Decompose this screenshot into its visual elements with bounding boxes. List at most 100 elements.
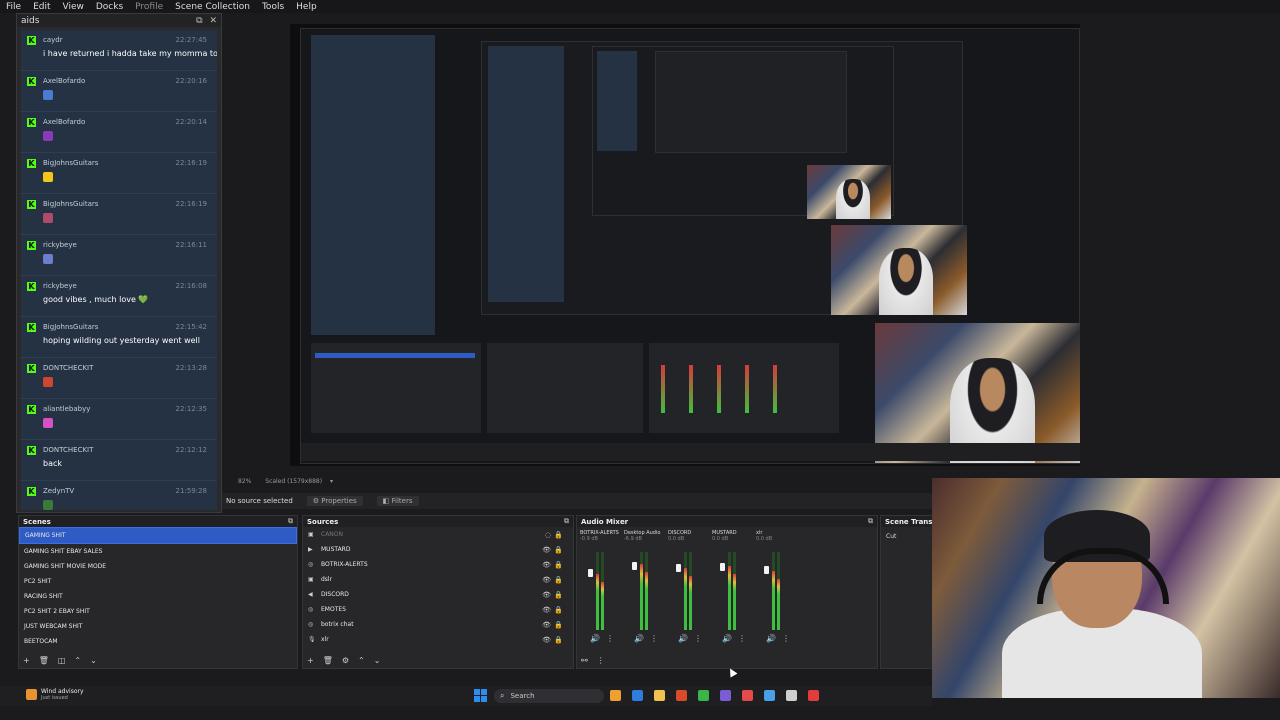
- chat-username[interactable]: BigJohnsGuitars: [43, 200, 98, 208]
- scene-item[interactable]: BEETOCAM: [19, 634, 297, 649]
- chat-username[interactable]: AxelBofardo: [43, 118, 85, 126]
- weather-widget[interactable]: Wind advisory Just issued: [26, 688, 84, 701]
- menu-item-file[interactable]: File: [6, 2, 27, 12]
- lock-icon[interactable]: 🔒: [554, 531, 563, 539]
- move-down-icon[interactable]: ⌄: [90, 656, 97, 665]
- visibility-eye-icon[interactable]: 👁: [542, 576, 551, 584]
- speaker-icon[interactable]: 🔊: [678, 634, 688, 643]
- chat-username[interactable]: caydr: [43, 36, 63, 44]
- source-item[interactable]: ◎ EMOTES 👁 🔒: [303, 602, 573, 617]
- volume-fader[interactable]: [720, 563, 725, 571]
- scene-list[interactable]: GAMING SHIT GAMING SHIT EBAY SALES GAMING …: [19, 527, 297, 649]
- scene-item[interactable]: GAMING SHIT MOVIE MODE: [19, 559, 297, 574]
- menu-item-edit[interactable]: Edit: [33, 2, 56, 12]
- chat-username[interactable]: ZedynTV: [43, 487, 74, 495]
- speaker-icon[interactable]: 🔊: [766, 634, 776, 643]
- visibility-eye-icon[interactable]: 👁: [542, 636, 551, 644]
- speaker-icon[interactable]: 🔊: [590, 634, 600, 643]
- source-item[interactable]: ◀ DISCORD 👁 🔒: [303, 587, 573, 602]
- more-icon[interactable]: ⋮: [597, 656, 605, 665]
- more-icon[interactable]: ⋮: [782, 634, 790, 643]
- undock-icon[interactable]: ⧉: [288, 517, 293, 526]
- lock-icon[interactable]: 🔒: [554, 621, 563, 629]
- more-icon[interactable]: ⋮: [738, 634, 746, 643]
- remove-icon[interactable]: 🗑: [323, 656, 333, 665]
- source-item[interactable]: ▣ dslr 👁 🔒: [303, 572, 573, 587]
- volume-fader[interactable]: [764, 566, 769, 574]
- taskbar-search[interactable]: ⌕ Search: [494, 689, 604, 703]
- menu-item-view[interactable]: View: [63, 2, 90, 12]
- filters-button[interactable]: ◧ Filters: [376, 496, 419, 506]
- scene-item[interactable]: PC2 SHIT 2 EBAY SHIT: [19, 604, 297, 619]
- add-icon[interactable]: +: [23, 656, 30, 665]
- taskbar-app-icon[interactable]: [632, 690, 643, 701]
- menu-item-docks[interactable]: Docks: [96, 2, 129, 12]
- transition-select[interactable]: Cut: [886, 533, 933, 540]
- chat-username[interactable]: DONTCHECKIT: [43, 364, 93, 372]
- visibility-eye-icon[interactable]: 👁: [542, 546, 551, 554]
- lock-icon[interactable]: 🔒: [554, 546, 563, 554]
- source-item[interactable]: ▶ MUSTARD 👁 🔒: [303, 542, 573, 557]
- lock-icon[interactable]: 🔒: [554, 606, 563, 614]
- gear-icon[interactable]: ⚙: [342, 656, 349, 665]
- filters-icon[interactable]: ◫: [58, 656, 66, 665]
- volume-fader[interactable]: [588, 569, 593, 577]
- chat-username[interactable]: rickybeye: [43, 282, 77, 290]
- taskbar-app-icon[interactable]: [742, 690, 753, 701]
- chat-username[interactable]: DONTCHECKIT: [43, 446, 93, 454]
- taskbar-app-icon[interactable]: [764, 690, 775, 701]
- undock-icon[interactable]: ⧉: [868, 517, 873, 526]
- visibility-eye-icon[interactable]: ◌: [545, 531, 551, 539]
- scene-item[interactable]: RACING SHIT: [19, 589, 297, 604]
- properties-button[interactable]: ⚙ Properties: [306, 496, 363, 506]
- chat-username[interactable]: AxelBofardo: [43, 77, 85, 85]
- lock-icon[interactable]: 🔒: [554, 576, 563, 584]
- undock-icon[interactable]: ⧉: [564, 517, 569, 526]
- scene-item[interactable]: JUST WEBCAM SHIT: [19, 619, 297, 634]
- more-icon[interactable]: ⋮: [606, 634, 614, 643]
- add-icon[interactable]: +: [307, 656, 314, 665]
- lock-icon[interactable]: 🔒: [554, 636, 563, 644]
- lock-icon[interactable]: 🔒: [554, 561, 563, 569]
- menu-item-profile[interactable]: Profile: [135, 2, 169, 12]
- speaker-icon[interactable]: 🔊: [634, 634, 644, 643]
- visibility-eye-icon[interactable]: 👁: [542, 561, 551, 569]
- source-item[interactable]: ▣ CANON ◌ 🔒: [303, 527, 573, 542]
- scene-item[interactable]: PC2 SHIT: [19, 574, 297, 589]
- lock-icon[interactable]: 🔒: [554, 591, 563, 599]
- taskbar-app-icon[interactable]: [786, 690, 797, 701]
- link-icon[interactable]: ⚯: [581, 656, 588, 665]
- chat-username[interactable]: BigJohnsGuitars: [43, 159, 98, 167]
- menu-item-help[interactable]: Help: [296, 2, 323, 12]
- scene-item[interactable]: GAMING SHIT: [19, 527, 297, 544]
- float-dock-icon[interactable]: ⧉: [196, 16, 202, 26]
- menu-item-scene-collection[interactable]: Scene Collection: [175, 2, 256, 12]
- move-up-icon[interactable]: ⌃: [74, 656, 81, 665]
- source-item[interactable]: ◎ botrix chat 👁 🔒: [303, 617, 573, 632]
- visibility-eye-icon[interactable]: 👁: [542, 621, 551, 629]
- remove-icon[interactable]: 🗑: [39, 656, 49, 665]
- move-down-icon[interactable]: ⌄: [374, 656, 381, 665]
- close-dock-icon[interactable]: ✕: [209, 16, 217, 26]
- chat-message-list[interactable]: Kcaydr 22:27:45 i have returned i hadda ta…: [21, 30, 217, 510]
- speaker-icon[interactable]: 🔊: [722, 634, 732, 643]
- chat-username[interactable]: aliantlebabyy: [43, 405, 90, 413]
- chat-username[interactable]: BigJohnsGuitars: [43, 323, 98, 331]
- zoom-level[interactable]: 82%: [238, 478, 251, 485]
- more-icon[interactable]: ⋮: [650, 634, 658, 643]
- taskbar-app-icon[interactable]: [720, 690, 731, 701]
- taskbar-app-icon[interactable]: [808, 690, 819, 701]
- visibility-eye-icon[interactable]: 👁: [542, 591, 551, 599]
- taskbar-app-icon[interactable]: [654, 690, 665, 701]
- source-item[interactable]: 🎙 xlr 👁 🔒: [303, 632, 573, 647]
- more-icon[interactable]: ⋮: [694, 634, 702, 643]
- taskbar-app-icon[interactable]: [676, 690, 687, 701]
- taskbar-app-icon[interactable]: [610, 690, 621, 701]
- source-item[interactable]: ◎ BOTRIX-ALERTS 👁 🔒: [303, 557, 573, 572]
- taskbar-app-icon[interactable]: [698, 690, 709, 701]
- volume-fader[interactable]: [632, 562, 637, 570]
- program-preview[interactable]: [290, 24, 1080, 466]
- source-list[interactable]: ▣ CANON ◌ 🔒 ▶ MUSTARD 👁 🔒 ◎ BOTRIX-ALERTS 👁 🔒 ▣ dslr 👁…: [303, 527, 573, 647]
- menu-item-tools[interactable]: Tools: [262, 2, 290, 12]
- scale-dropdown-icon[interactable]: ▾: [330, 478, 333, 485]
